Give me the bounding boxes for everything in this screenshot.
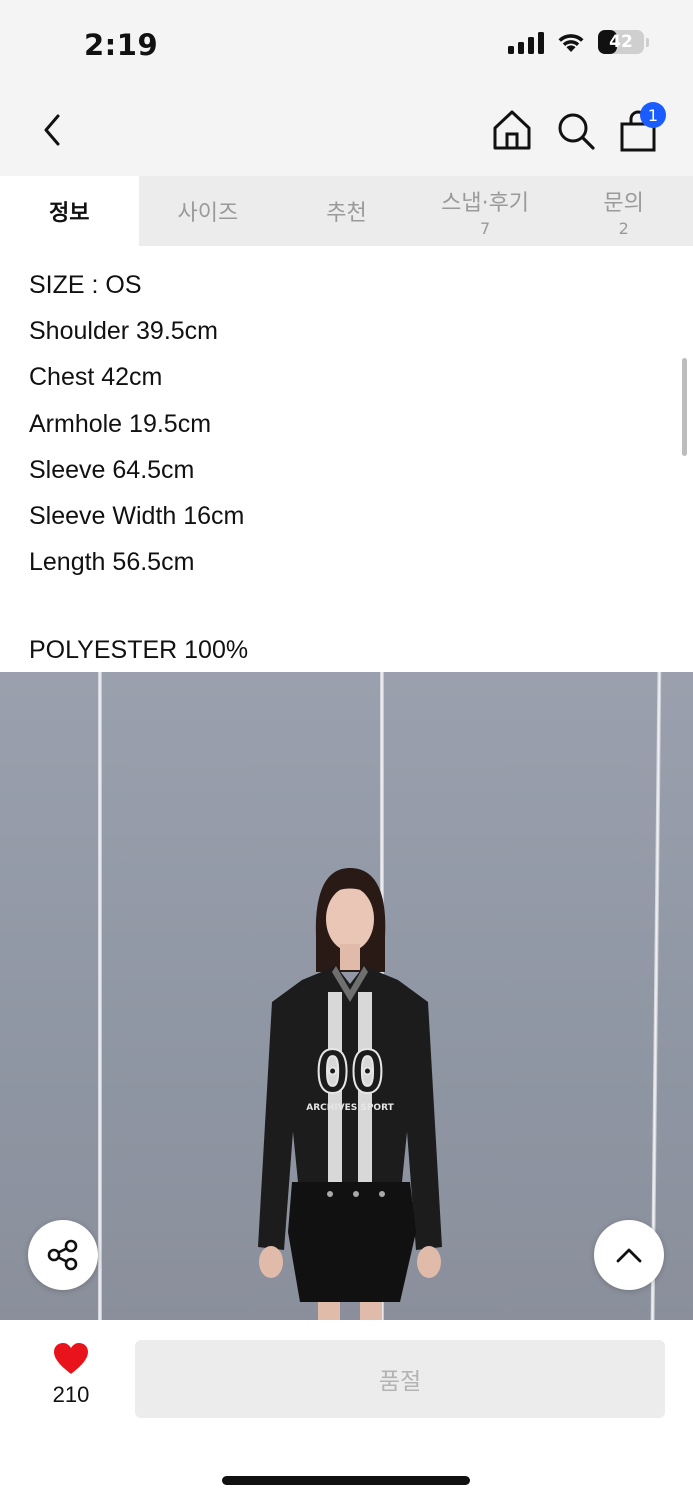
battery-cap [646,37,649,47]
status-icons: 42 [508,30,649,54]
tab-label: 스냅·후기 [441,190,530,216]
share-icon [47,1239,78,1271]
search-button[interactable] [555,108,599,154]
spec-size: SIZE : OS [29,271,142,299]
material-info: POLYESTER 100% [29,636,249,664]
status-time: 2:19 [84,28,159,62]
tab-info[interactable]: 정보 [0,176,139,246]
tab-count: 7 [479,218,491,238]
cellular-signal-icon [508,30,544,54]
spec-shoulder: Shoulder 39.5cm [29,317,219,346]
home-indicator [222,1476,470,1485]
home-button[interactable] [490,108,534,154]
spec-chest: Chest 42cm [29,363,163,392]
tab-count: 2 [618,218,629,238]
cart-button[interactable]: 1 [618,102,666,154]
tab-size[interactable]: 사이즈 [139,176,278,246]
sold-out-button[interactable]: 품절 [135,1340,665,1418]
size-specs: SIZE : OS Shoulder 39.5cm Chest 42cm Arm… [29,262,669,585]
search-icon [558,113,595,150]
spec-length: Length 56.5cm [29,548,195,577]
back-button[interactable] [30,108,74,152]
battery-icon: 42 [598,30,644,54]
wifi-icon [558,34,584,52]
top-nav-bar: 1 [0,90,693,176]
chevron-left-icon [44,114,60,146]
tab-recommend[interactable]: 추천 [277,176,416,246]
spec-sleeve: Sleeve 64.5cm [29,455,195,484]
scroll-to-top-button[interactable] [594,1220,664,1290]
chevron-up-icon [616,1248,642,1263]
status-bar: 2:19 42 [0,0,693,90]
tab-label: 문의 [603,190,644,216]
tab-label: 추천 [326,201,367,226]
scrollbar[interactable] [682,358,687,456]
product-tabs: 정보 사이즈 추천 스냅·후기 7 문의 2 [0,176,693,246]
cart-count-badge: 1 [640,102,666,128]
product-photo: 00 ARCHIVES SPORT [0,672,693,1320]
like-count: 210 [52,1382,90,1407]
jersey-text: ARCHIVES SPORT [306,1103,394,1113]
tab-label: 정보 [49,201,90,226]
tab-snap-review[interactable]: 스냅·후기 7 [416,176,555,246]
share-button[interactable] [28,1220,98,1290]
like-button[interactable]: 210 [40,1342,102,1408]
bottom-action-bar: 210 품절 [0,1320,693,1500]
tab-label: 사이즈 [177,201,239,226]
tab-inquiry[interactable]: 문의 2 [554,176,693,246]
model-figure: 00 ARCHIVES SPORT [258,868,442,1320]
jersey-number: 00 [315,1038,385,1106]
battery-level: 42 [609,32,633,52]
home-icon [493,110,531,150]
heart-icon [54,1343,88,1374]
spec-armhole: Armhole 19.5cm [29,409,212,438]
spec-sleeve-width: Sleeve Width 16cm [29,502,245,531]
